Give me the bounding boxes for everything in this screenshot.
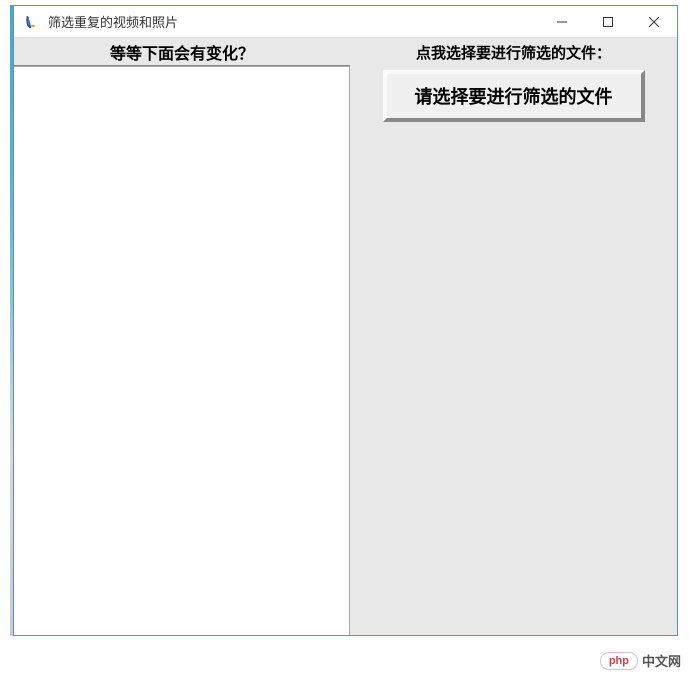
app-icon [24, 14, 40, 30]
maximize-button[interactable] [585, 6, 631, 37]
content-area: 等等下面会有变化？ 点我选择要进行筛选的文件： 请选择要进行筛选的文件 [14, 38, 677, 635]
app-window: 筛选重复的视频和照片 等等下面会有变化？ 点我选择要进行筛选的文件： 请选择要进… [13, 5, 678, 636]
close-button[interactable] [631, 6, 677, 37]
left-panel: 等等下面会有变化？ [14, 38, 350, 635]
select-files-button[interactable]: 请选择要进行筛选的文件 [383, 70, 645, 122]
window-title: 筛选重复的视频和照片 [48, 12, 539, 31]
left-panel-header: 等等下面会有变化？ [14, 38, 350, 66]
watermark-badge: php [600, 652, 638, 670]
watermark: php 中文网 [600, 651, 681, 670]
right-panel-header: 点我选择要进行筛选的文件： [350, 38, 677, 66]
minimize-button[interactable] [539, 6, 585, 37]
left-panel-body [14, 66, 350, 635]
right-panel: 点我选择要进行筛选的文件： 请选择要进行筛选的文件 [350, 38, 677, 635]
window-controls [539, 6, 677, 37]
titlebar: 筛选重复的视频和照片 [14, 6, 677, 38]
watermark-text: 中文网 [642, 651, 681, 670]
